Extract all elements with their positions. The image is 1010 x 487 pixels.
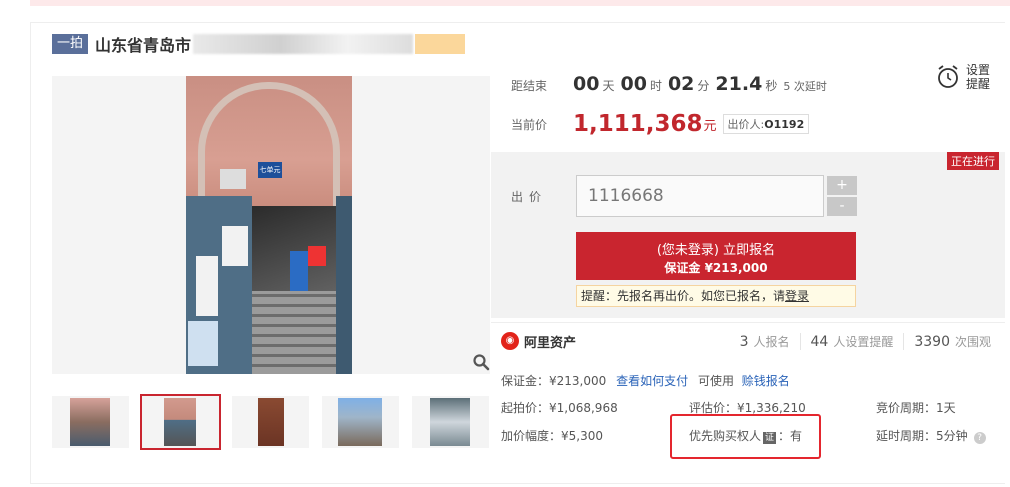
set-reminder-button[interactable]: 设置提醒 [936,63,992,91]
platform-logo[interactable]: ◉ 阿里资产 [501,332,576,351]
thumbnail-strip [52,394,489,450]
countdown-minutes: 02 [667,73,695,95]
login-hint: 提醒：先报名再出价。如您已报名，请登录 [576,285,856,307]
stat-views: 3390 次围观 [903,332,1001,350]
highlight-annotation [670,414,821,459]
bidding-cycle: 竞价周期：1天 [876,401,956,415]
thumbnail[interactable] [322,396,399,448]
hint-text: 提醒：先报名再出价。如您已报名，请 [581,289,786,303]
signup-label: 人报名 [753,334,790,349]
stat-reminders: 44 人设置提醒 [799,332,904,350]
view-label: 次围观 [954,334,991,349]
view-count: 3390 [914,333,950,350]
status-badge: 正在进行 [947,152,999,170]
current-price-label: 当前价 [511,117,548,132]
thumbnail[interactable] [412,396,489,448]
countdown-hours: 00 [620,73,647,95]
countdown-days: 00 [573,73,600,95]
divider [491,322,1005,323]
countdown-seconds: 21.4 [715,73,763,95]
seconds-unit: 秒 [765,79,778,93]
unit-sign: 七单元 [258,162,282,178]
hours-unit: 时 [649,79,662,93]
reminder-label: 设置提醒 [966,63,991,91]
bid-label: 出价 [511,190,548,204]
deposit-row: 保证金：¥213,000 查看如何支付 可使用 赊钱报名 [501,372,790,389]
auction-round-tag: 一拍 [52,34,89,54]
decrease-bid-button[interactable]: - [827,197,857,216]
reminder-count-label: 人设置提醒 [833,334,894,349]
countdown-row: 距结束 00 天 00 时 02 分 21.4 秒 5 次延时 [511,73,827,99]
register-button[interactable]: (您未登录) 立即报名 保证金 ¥213,000 [576,232,856,280]
bid-increment: 加价幅度：¥5,300 [501,429,603,443]
thumbnail-active[interactable] [140,394,221,450]
bidder-badge: 出价人:O1192 [722,114,810,134]
alarm-clock-icon [938,65,958,88]
bid-panel: 正在进行 出价 1116668 + - (您未登录) 立即报名 保证金 ¥213… [491,152,1005,318]
how-to-pay-link[interactable]: 查看如何支付 [616,374,688,388]
usable-text: 可使用 [697,374,734,388]
delay-count: 5 次延时 [783,80,827,93]
register-button-label: (您未登录) 立即报名 [656,243,776,258]
register-deposit-label: 保证金 ¥213,000 [664,261,768,275]
delay-cycle-row: 延时周期：5分钟? [876,427,986,444]
zoom-icon[interactable] [472,353,490,371]
price-unit: 元 [703,118,717,134]
ali-logo-icon: ◉ [501,332,519,350]
item-title: 山东省青岛市 [95,36,192,55]
thumbnail[interactable] [232,396,309,448]
top-strip [30,0,1010,6]
delay-cycle-text: 延时周期：5分钟 [876,429,968,443]
minutes-unit: 分 [697,79,710,93]
bidder-id: O1192 [764,118,805,131]
countdown-label: 距结束 [511,79,548,93]
bid-amount-input[interactable]: 1116668 [576,175,824,217]
current-price: 1,111,368 [573,111,703,137]
platform-stats-row: ◉ 阿里资产 3 人报名 44 人设置提醒 3390 次围观 [501,330,1001,352]
credit-signup-link[interactable]: 赊钱报名 [742,374,790,388]
main-image-viewer[interactable]: 七单元 [52,76,490,374]
thumbnail[interactable] [52,396,129,448]
redacted-address [193,34,414,54]
stats: 3 人报名 44 人设置提醒 3390 次围观 [730,332,1001,350]
bidder-label: 出价人: [727,118,765,131]
current-price-row: 当前价 1,111,368 元 出价人:O1192 [511,111,810,137]
start-price: 起拍价：¥1,068,968 [501,401,618,415]
signup-count: 3 [739,333,749,350]
stat-signups: 3 人报名 [730,333,800,350]
increase-bid-button[interactable]: + [827,176,857,195]
days-unit: 天 [602,79,615,93]
deposit-text: 保证金：¥213,000 [501,374,607,388]
title-row: 一拍 山东省青岛市 [52,33,466,55]
platform-name: 阿里资产 [524,335,577,351]
help-icon[interactable]: ? [973,432,986,444]
redacted-badge [415,34,466,54]
reminder-count: 44 [810,333,829,350]
property-photo: 七单元 [186,76,352,374]
login-link[interactable]: 登录 [785,289,809,303]
